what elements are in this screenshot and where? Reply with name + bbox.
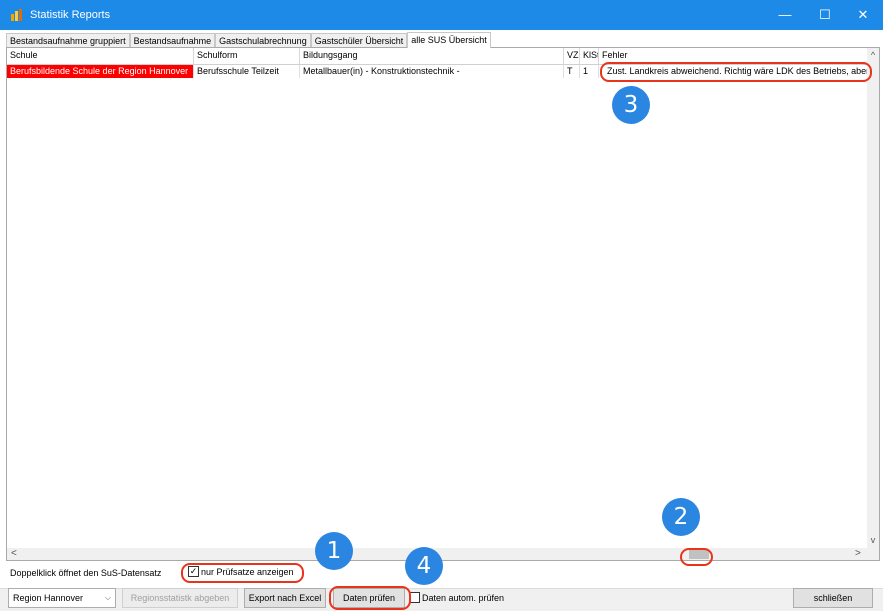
column-header-vz[interactable]: VZ — [564, 48, 580, 65]
annotation-marker-2: 2 — [662, 498, 700, 536]
export-excel-button[interactable]: Export nach Excel — [244, 588, 326, 608]
column-header-schulform[interactable]: Schulform — [194, 48, 300, 65]
vertical-scrollbar[interactable]: ^ v — [867, 48, 879, 560]
scroll-right-icon[interactable]: > — [855, 548, 861, 560]
app-icon — [11, 9, 22, 21]
checkbox-unchecked-icon[interactable] — [409, 592, 420, 603]
column-header-schule[interactable]: Schule — [7, 48, 194, 65]
title-bar: Statistik Reports — ☐ ✕ — [0, 0, 883, 30]
annotation-marker-4: 4 — [405, 547, 443, 585]
scroll-down-icon[interactable]: v — [867, 535, 879, 545]
cell-schule: Berufsbildende Schule der Region Hannove… — [7, 65, 194, 78]
region-select-value: Region Hannover — [13, 593, 84, 603]
scroll-up-icon[interactable]: ^ — [867, 50, 879, 60]
chevron-down-icon: ⌵ — [104, 593, 111, 602]
data-grid[interactable]: Schule Schulform Bildungsgang VZ KlSt Fe… — [6, 47, 880, 561]
cell-vz: T — [564, 65, 580, 78]
annotation-marker-3: 3 — [612, 86, 650, 124]
only-checks-checkbox[interactable]: ✓ nur Prüfsatze anzeigen — [188, 566, 294, 577]
scroll-left-icon[interactable]: < — [11, 548, 17, 560]
column-header-klst[interactable]: KlSt — [580, 48, 599, 65]
cell-schulform: Berufsschule Teilzeit — [194, 65, 300, 78]
tab-gastschueler-uebersicht[interactable]: Gastschüler Übersicht — [310, 33, 408, 48]
minimize-button[interactable]: — — [765, 0, 805, 30]
check-data-button[interactable]: Daten prüfen — [333, 588, 405, 608]
tab-strip: Bestandsaufnahme gruppiert Bestandsaufna… — [6, 32, 491, 48]
column-header-bildungsgang[interactable]: Bildungsgang — [300, 48, 564, 65]
tab-bestandsaufnahme-gruppiert[interactable]: Bestandsaufnahme gruppiert — [6, 33, 130, 48]
double-click-hint: Doppelklick öffnet den SuS-Datensatz — [10, 568, 162, 578]
close-window-button[interactable]: schließen — [793, 588, 873, 608]
close-button[interactable]: ✕ — [843, 0, 883, 30]
tab-gastschulabrechnung[interactable]: Gastschulabrechnung — [215, 33, 311, 48]
grid-header: Schule Schulform Bildungsgang VZ KlSt Fe… — [7, 48, 869, 65]
tab-bestandsaufnahme[interactable]: Bestandsaufnahme — [129, 33, 216, 48]
submit-region-statistics-button[interactable]: Regionsstatistk abgeben — [122, 588, 238, 608]
checkbox-checked-icon[interactable]: ✓ — [188, 566, 199, 577]
cell-klst: 1 — [580, 65, 599, 78]
tab-alle-sus-uebersicht[interactable]: alle SUS Übersicht — [407, 32, 491, 48]
region-select[interactable]: Region Hannover ⌵ — [8, 588, 116, 608]
only-checks-label: nur Prüfsatze anzeigen — [201, 566, 294, 577]
annotation-marker-1: 1 — [315, 532, 353, 570]
auto-check-checkbox[interactable]: Daten autom. prüfen — [409, 592, 504, 603]
table-row[interactable]: Berufsbildende Schule der Region Hannove… — [7, 65, 869, 78]
window-title: Statistik Reports — [30, 9, 111, 21]
auto-check-label: Daten autom. prüfen — [422, 592, 505, 603]
column-header-fehler[interactable]: Fehler — [599, 48, 869, 65]
cell-fehler: Zust. Landkreis abweichend. Richtig wäre… — [607, 66, 869, 76]
maximize-button[interactable]: ☐ — [805, 0, 845, 30]
horizontal-scroll-thumb[interactable] — [689, 550, 709, 559]
cell-bildungsgang: Metallbauer(in) - Konstruktionstechnik - — [300, 65, 564, 78]
